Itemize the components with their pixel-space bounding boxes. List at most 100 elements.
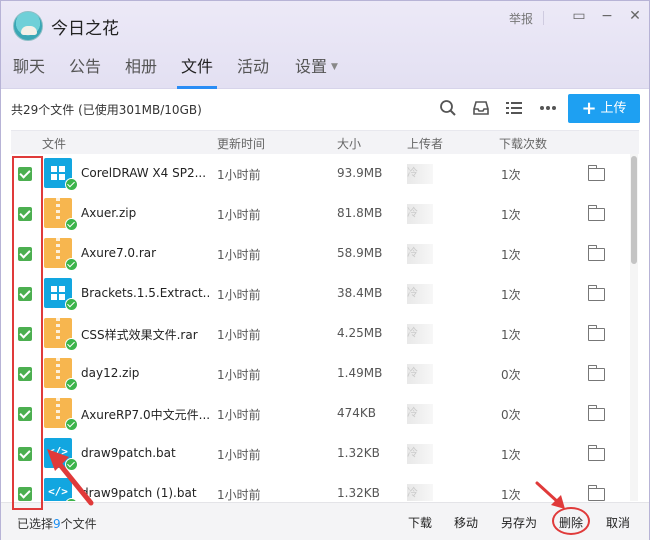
file-downloads: 1次 (501, 448, 521, 462)
group-title: 今日之花 (51, 19, 119, 39)
column-updated[interactable]: 更新时间 (217, 135, 265, 152)
file-size: 474KB (337, 406, 377, 420)
cancel-button[interactable]: 取消 (606, 514, 630, 531)
code-glyph: </> (48, 445, 68, 458)
scrollbar-thumb[interactable] (631, 156, 637, 264)
download-button[interactable]: 下载 (408, 514, 432, 531)
file-name[interactable]: Axuer.zip (81, 206, 209, 220)
maximize-icon[interactable]: − (599, 8, 615, 24)
file-downloads: 0次 (501, 408, 521, 422)
file-size: 1.32KB (337, 486, 380, 500)
file-uploader: 冷 (407, 444, 433, 464)
minimize-icon[interactable]: ▭ (571, 8, 587, 24)
code-icon: </> (44, 478, 72, 501)
report-link[interactable]: 举报 (509, 10, 533, 27)
synced-check-icon (65, 178, 78, 191)
title-divider (543, 11, 544, 25)
table-row[interactable]: Brackets.1.5.Extract... 1小时前 38.4MB 冷 1次 (11, 274, 629, 314)
folder-icon[interactable] (587, 445, 605, 461)
file-name[interactable]: Brackets.1.5.Extract... (81, 286, 209, 300)
column-downloads[interactable]: 下载次数 (499, 135, 547, 152)
folder-icon[interactable] (587, 165, 605, 181)
synced-check-icon (65, 258, 78, 271)
file-name[interactable]: Axure7.0.rar (81, 246, 209, 260)
file-downloads: 1次 (501, 488, 521, 501)
close-icon[interactable]: ✕ (627, 8, 643, 24)
folder-icon[interactable] (587, 485, 605, 501)
file-updated: 1小时前 (217, 408, 261, 422)
list-view-icon[interactable] (504, 98, 524, 118)
chevron-down-icon: ▼ (331, 62, 338, 72)
file-uploader: 冷 (407, 244, 433, 264)
column-uploader[interactable]: 上传者 (407, 135, 443, 152)
synced-check-icon (65, 498, 78, 501)
table-row[interactable]: CSS样式效果文件.rar 1小时前 4.25MB 冷 1次 (11, 314, 629, 354)
synced-check-icon (65, 418, 78, 431)
table-row[interactable]: Axure7.0.rar 1小时前 58.9MB 冷 1次 (11, 234, 629, 274)
plus-icon: + (581, 98, 597, 119)
scrollbar[interactable] (630, 154, 638, 501)
table-row[interactable]: Axuer.zip 1小时前 81.8MB 冷 1次 (11, 194, 629, 234)
move-button[interactable]: 移动 (454, 514, 478, 531)
table-row[interactable]: CorelDRAW X4 SP2... 1小时前 93.9MB 冷 1次 (11, 154, 629, 194)
table-row[interactable]: AxureRP7.0中文元件... 1小时前 474KB 冷 0次 (11, 394, 629, 434)
tab-album[interactable]: 相册 (125, 53, 157, 89)
folder-icon[interactable] (587, 285, 605, 301)
file-uploader: 冷 (407, 324, 433, 344)
file-updated: 1小时前 (217, 208, 261, 222)
file-updated: 1小时前 (217, 288, 261, 302)
table-row[interactable]: </> draw9patch (1).bat 1小时前 1.32KB 冷 1次 (11, 474, 629, 501)
file-updated: 1小时前 (217, 168, 261, 182)
inbox-icon[interactable] (471, 98, 491, 118)
folder-icon[interactable] (587, 405, 605, 421)
tab-activities[interactable]: 活动 (237, 53, 269, 89)
file-name[interactable]: AxureRP7.0中文元件... (81, 406, 209, 423)
selection-status: 已选择9个文件 (17, 517, 97, 531)
table-row[interactable]: </> draw9patch.bat 1小时前 1.32KB 冷 1次 (11, 434, 629, 474)
file-toolbar: 共29个文件 (已使用301MB/10GB) + 上传 (1, 90, 649, 128)
file-downloads: 0次 (501, 368, 521, 382)
file-downloads: 1次 (501, 288, 521, 302)
selected-count: 9 (53, 517, 61, 531)
table-row[interactable]: day12.zip 1小时前 1.49MB 冷 0次 (11, 354, 629, 394)
file-size: 58.9MB (337, 246, 383, 260)
file-size: 38.4MB (337, 286, 383, 300)
file-size: 93.9MB (337, 166, 383, 180)
tab-announcements[interactable]: 公告 (69, 53, 101, 89)
file-name[interactable]: draw9patch.bat (81, 446, 209, 460)
tab-files[interactable]: 文件 (176, 53, 218, 89)
synced-check-icon (65, 338, 78, 351)
folder-icon[interactable] (587, 365, 605, 381)
file-size: 1.32KB (337, 446, 380, 460)
folder-icon[interactable] (587, 245, 605, 261)
group-avatar[interactable] (13, 11, 43, 41)
file-size: 81.8MB (337, 206, 383, 220)
delete-highlight (552, 507, 590, 535)
file-name[interactable]: draw9patch (1).bat (81, 486, 209, 500)
file-updated: 1小时前 (217, 328, 261, 342)
file-name[interactable]: CorelDRAW X4 SP2... (81, 166, 209, 180)
file-downloads: 1次 (501, 208, 521, 222)
file-name[interactable]: day12.zip (81, 366, 209, 380)
column-file[interactable]: 文件 (42, 135, 66, 152)
tab-chat[interactable]: 聊天 (13, 53, 45, 89)
file-size: 1.49MB (337, 366, 383, 380)
title-bar: 今日之花 举报 ▭ − ✕ 聊天 公告 相册 文件 活动 设置 ▼ (1, 1, 649, 89)
checkbox-highlight (12, 156, 43, 510)
synced-check-icon (65, 458, 78, 471)
more-icon[interactable] (538, 98, 558, 118)
folder-icon[interactable] (587, 205, 605, 221)
folder-icon[interactable] (587, 325, 605, 341)
save-as-button[interactable]: 另存为 (501, 514, 537, 531)
file-downloads: 1次 (501, 328, 521, 342)
column-size[interactable]: 大小 (337, 135, 361, 152)
file-downloads: 1次 (501, 248, 521, 262)
tab-settings[interactable]: 设置 ▼ (295, 53, 338, 89)
file-downloads: 1次 (501, 168, 521, 182)
file-size: 4.25MB (337, 326, 383, 340)
search-icon[interactable] (438, 98, 458, 118)
code-glyph: </> (48, 485, 68, 498)
upload-button[interactable]: + 上传 (568, 94, 640, 123)
file-name[interactable]: CSS样式效果文件.rar (81, 326, 209, 343)
file-count: 共29个文件 (已使用301MB/10GB) (11, 103, 202, 117)
